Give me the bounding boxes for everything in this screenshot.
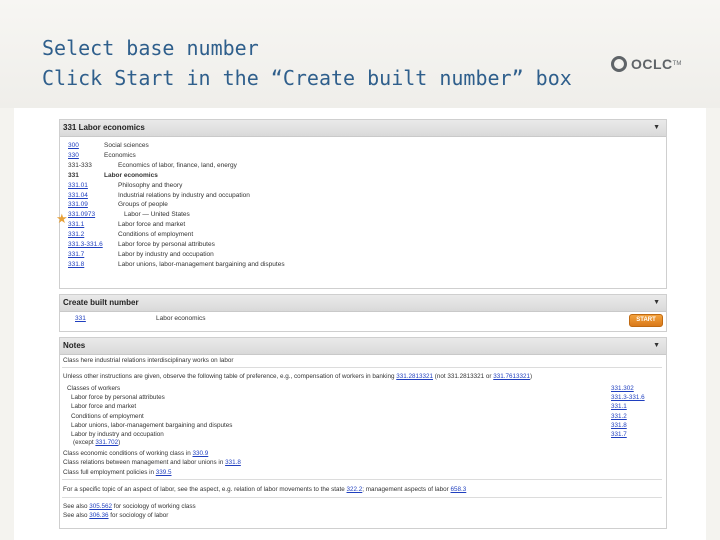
note-link[interactable]: 306.36 — [89, 512, 108, 519]
hierarchy-row[interactable]: 331.04 Industrial relations by industry a… — [68, 191, 658, 200]
hierarchy-number-link[interactable]: 331.01 — [68, 181, 88, 190]
hierarchy-number-link[interactable]: 331.09 — [68, 200, 88, 209]
hierarchy-caption: Industrial relations by industry and occ… — [118, 191, 250, 199]
note-link[interactable]: 339.5 — [156, 469, 172, 476]
hierarchy-caption: Groups of people — [118, 201, 168, 209]
hierarchy-row[interactable]: 331.8 Labor unions, labor-management barg… — [68, 260, 658, 269]
preference-number-link[interactable]: 331.302 — [611, 384, 634, 393]
preference-caption: Classes of workers — [67, 385, 121, 392]
hierarchy-row[interactable]: 331-333 Economics of labor, finance, land… — [68, 161, 658, 170]
built-number-link[interactable]: 331 — [75, 314, 86, 323]
current-position-star-icon: ★ — [56, 211, 68, 226]
slide-title-line-1: Select base number — [42, 36, 259, 60]
hierarchy-caption: Social sciences — [104, 142, 149, 149]
hierarchy-number-link[interactable]: 331.0973 — [68, 210, 95, 219]
preference-caption: Labor force and market — [71, 403, 137, 411]
hierarchy-caption: Philosophy and theory — [118, 181, 183, 189]
preference-number-link[interactable]: 331.2 — [611, 412, 627, 421]
hierarchy-title: 331 Labor economics — [63, 123, 145, 132]
preference-caption: Labor force by personal attributes — [71, 394, 165, 402]
notes-see-also: See also 306.36 for sociology of labor — [63, 512, 169, 520]
hierarchy-number: 331 — [68, 171, 79, 179]
notes-title: Notes — [63, 341, 86, 350]
preference-number-link[interactable]: 331.1 — [611, 402, 627, 411]
note-link[interactable]: 331.7613321 — [493, 373, 530, 380]
notes-divider — [62, 479, 662, 480]
note-link[interactable]: 658.3 — [451, 486, 467, 493]
hierarchy-caption: Labor force by personal attributes — [118, 241, 215, 248]
hierarchy-number-link[interactable]: 330 — [68, 151, 79, 160]
preference-caption: Conditions of employment — [71, 412, 144, 420]
create-built-number-panel: Create built number ▼ — [59, 294, 667, 332]
hierarchy-number: 331-333 — [68, 161, 92, 169]
notes-divider — [62, 367, 662, 368]
note-link[interactable]: 305.562 — [89, 503, 112, 510]
hierarchy-caption: Conditions of employment — [118, 231, 194, 239]
collapse-caret-icon[interactable]: ▼ — [653, 120, 660, 136]
hierarchy-caption: Economics — [104, 151, 136, 159]
notes-specific-topic: For a specific topic of an aspect of lab… — [63, 486, 467, 493]
preference-number-link[interactable]: 331.3-331.6 — [611, 393, 645, 402]
hierarchy-caption: Labor force and market — [118, 221, 186, 229]
built-number-caption: Labor economics — [156, 315, 206, 322]
hierarchy-row[interactable]: 331 Labor economics — [68, 171, 658, 180]
collapse-caret-icon[interactable]: ▼ — [653, 338, 660, 354]
create-built-number-title: Create built number — [63, 298, 139, 307]
note-link[interactable]: 331.8 — [225, 459, 241, 466]
hierarchy-caption: Economics of labor, finance, land, energ… — [118, 161, 237, 169]
hierarchy-number-link[interactable]: 300 — [68, 141, 79, 150]
hierarchy-row[interactable]: 331.3-331.6 Labor force by personal attri… — [68, 240, 658, 249]
notes-header[interactable]: Notes ▼ — [60, 338, 666, 355]
collapse-caret-icon[interactable]: ▼ — [653, 295, 660, 311]
hierarchy-number-link[interactable]: 331.8 — [68, 260, 84, 269]
hierarchy-row[interactable]: 331.2 Conditions of employment — [68, 230, 658, 239]
start-button[interactable]: START — [629, 314, 663, 327]
hierarchy-number-link[interactable]: 331.1 — [68, 220, 84, 229]
hierarchy-panel-header[interactable]: 331 Labor economics ▼ — [60, 120, 666, 137]
notes-class-line: Class full employment policies in 339.5 — [63, 468, 172, 476]
oclc-logo: OCLC TM — [611, 52, 681, 76]
notes-except: (except 331.702) — [73, 439, 121, 446]
hierarchy-row[interactable]: 330 Economics — [68, 151, 658, 160]
hierarchy-number-link[interactable]: 331.2 — [68, 230, 84, 239]
note-link[interactable]: 331.2813321 — [396, 373, 433, 380]
hierarchy-number-link[interactable]: 331.7 — [68, 250, 84, 259]
hierarchy-caption: Labor economics — [104, 171, 158, 179]
hierarchy-row[interactable]: 331.01 Philosophy and theory — [68, 181, 658, 190]
preference-number-link[interactable]: 331.8 — [611, 421, 627, 430]
hierarchy-row[interactable]: 331.0973 Labor — United States — [68, 210, 658, 219]
notes-class-line: Class relations between management and l… — [63, 459, 241, 467]
notes-class-line: Class economic conditions of working cla… — [63, 450, 209, 457]
oclc-logo-tm: TM — [672, 61, 682, 67]
slide-right-border — [706, 108, 720, 540]
notes-class-here: Class here industrial relations interdis… — [63, 357, 234, 364]
notes-see-also: See also 305.562 for sociology of workin… — [63, 503, 196, 510]
oclc-ring-icon — [611, 56, 627, 72]
slide-title-line-2: Click Start in the “Create built number”… — [42, 66, 572, 90]
hierarchy-caption: Labor unions, labor-management bargainin… — [118, 260, 285, 268]
hierarchy-number-link[interactable]: 331.3-331.6 — [68, 240, 103, 249]
notes-table-of-preference: Unless other instructions are given, obs… — [63, 373, 533, 380]
note-link[interactable]: 330.9 — [193, 450, 209, 457]
hierarchy-caption: Labor by industry and occupation — [118, 250, 214, 258]
hierarchy-row[interactable]: 331.09 Groups of people — [68, 200, 658, 209]
hierarchy-caption: Labor — United States — [124, 211, 190, 219]
note-link[interactable]: 331.702 — [95, 439, 118, 446]
hierarchy-row[interactable]: 331.1 Labor force and market — [68, 220, 658, 229]
preference-caption: Labor unions, labor-management bargainin… — [71, 421, 233, 429]
notes-divider — [62, 497, 662, 498]
create-built-number-header[interactable]: Create built number ▼ — [60, 295, 666, 312]
preference-number-link[interactable]: 331.7 — [611, 430, 627, 439]
hierarchy-number-link[interactable]: 331.04 — [68, 191, 88, 200]
slide-left-border — [0, 108, 14, 540]
oclc-logo-text: OCLC — [631, 56, 673, 72]
hierarchy-row[interactable]: 300 Social sciences — [68, 141, 658, 150]
hierarchy-row[interactable]: 331.7 Labor by industry and occupation — [68, 250, 658, 259]
slide-header: Select base number Click Start in the “C… — [0, 0, 720, 108]
note-link[interactable]: 322.2 — [347, 486, 363, 493]
